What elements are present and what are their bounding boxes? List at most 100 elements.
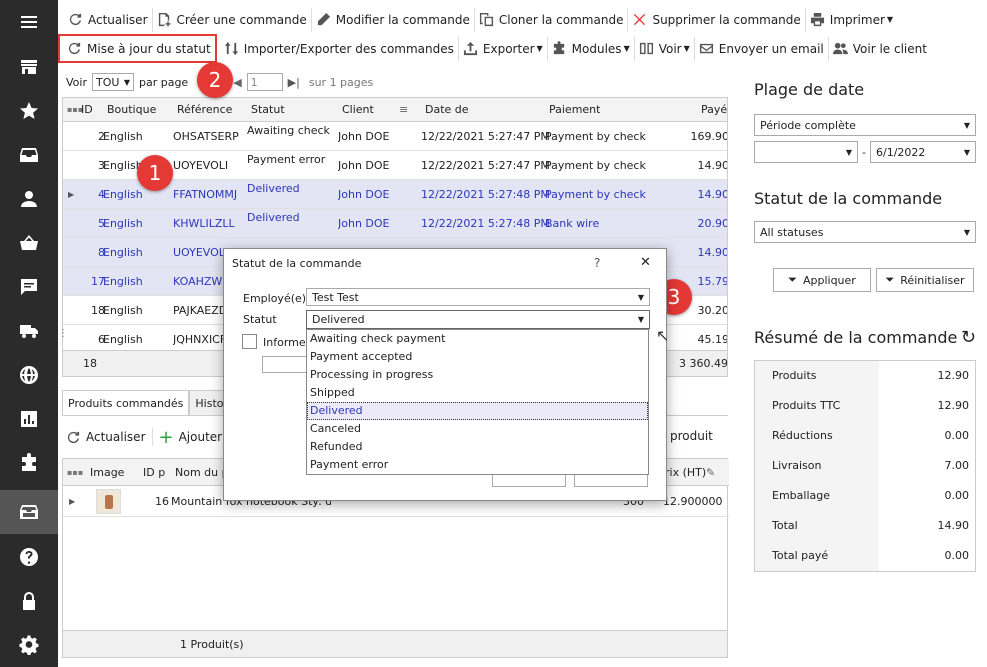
globe-icon[interactable] (0, 353, 58, 397)
help-icon[interactable] (0, 535, 58, 579)
column-header-client[interactable]: Client (342, 98, 374, 122)
help-icon[interactable]: ? (594, 256, 600, 270)
toolbar-separator (151, 428, 153, 446)
user-icon[interactable] (0, 177, 58, 221)
order-date: 12/22/2021 5:27:47 PM (421, 130, 550, 143)
chevron-down-icon: ▼ (963, 227, 970, 237)
column-header-paid[interactable]: Payé (701, 98, 727, 122)
apply-button[interactable]: ⏷ Appliquer (773, 268, 871, 292)
status-option[interactable]: Refunded (307, 438, 648, 456)
status-option[interactable]: Processing in progress (307, 366, 648, 384)
status-select[interactable]: Delivered ▼ (306, 310, 650, 329)
chevron-down-icon: ▼ (683, 44, 690, 53)
view-client-button[interactable]: Voir le client (829, 37, 931, 61)
status-option[interactable]: Payment error (307, 456, 648, 474)
update-status-button[interactable]: Mise à jour du statut (58, 34, 217, 63)
lock-icon[interactable] (0, 579, 58, 623)
modules-label: Modules (571, 41, 622, 56)
column-header-product-id[interactable]: ID p (143, 459, 165, 486)
date-to-value: 6/1/2022 (875, 145, 926, 159)
gear-icon[interactable] (0, 623, 58, 667)
summary-value: 0.00 (944, 429, 970, 442)
column-header-product-name[interactable]: Nom du p (175, 459, 229, 486)
print-label: Imprimer (829, 12, 885, 27)
create-order-button[interactable]: Créer une commande (153, 7, 312, 32)
status-option[interactable]: Awaiting check payment (307, 330, 648, 348)
date-to-select[interactable]: 6/1/2022 ▼ (869, 141, 976, 163)
template-input[interactable] (262, 356, 307, 373)
column-header-payment[interactable]: Paiement (549, 98, 600, 122)
prev-page-icon[interactable]: ◀ (233, 76, 241, 89)
products-toolbar-product-label[interactable]: produit (670, 429, 713, 443)
view-button[interactable]: Voir ▼ (635, 36, 695, 61)
product-id: 16 (155, 495, 169, 508)
store-icon[interactable] (0, 45, 58, 89)
refresh-icon[interactable]: ↻ (961, 327, 976, 348)
column-header-image[interactable]: Image (90, 459, 124, 486)
filter-icon[interactable]: ≡ (399, 98, 408, 122)
order-reference: KHWLILZLL (173, 217, 235, 230)
step-badge-1: 1 (137, 155, 173, 191)
view-client-label: Voir le client (852, 41, 927, 56)
puzzle-icon[interactable] (0, 441, 58, 485)
column-header-shop[interactable]: Boutique (107, 98, 156, 122)
column-header-date[interactable]: Date de (425, 98, 469, 122)
truck-icon[interactable] (0, 309, 58, 353)
order-shop: English (103, 130, 143, 143)
column-header-price[interactable]: rix (HT) (665, 459, 706, 486)
bar-chart-icon[interactable] (0, 397, 58, 441)
status-option[interactable]: Delivered (307, 402, 648, 420)
inform-checkbox[interactable] (242, 334, 257, 349)
period-select[interactable]: Période complète ▼ (754, 114, 976, 136)
message-icon[interactable] (0, 265, 58, 309)
send-email-button[interactable]: Envoyer un email (695, 36, 829, 61)
employee-select[interactable]: Test Test ▼ (306, 288, 650, 306)
summary-label: Produits (755, 361, 879, 391)
summary-row: Livraison 7.00 (755, 451, 975, 481)
per-page-select[interactable]: TOU ▼ (91, 73, 134, 91)
products-refresh-button[interactable]: Actualiser (66, 430, 146, 445)
summary-label: Total (755, 511, 879, 541)
last-page-icon[interactable]: ▶| (288, 76, 300, 89)
menu-icon[interactable] (0, 0, 58, 44)
edit-order-button[interactable]: Modifier la commande (312, 7, 475, 32)
order-id: 17 (91, 275, 105, 288)
status-option[interactable]: Shipped (307, 384, 648, 402)
splitter-handle-icon[interactable]: ⋮ (58, 328, 68, 339)
order-shop: English (103, 275, 143, 288)
orders-total-paid: 3 360.49 (679, 357, 728, 370)
order-id: 8 (98, 246, 105, 259)
filter-reset-icon: ⏷ (885, 273, 895, 286)
modules-button[interactable]: Modules ▼ (548, 36, 635, 61)
tab-ordered-products[interactable]: Produits commandés (62, 390, 190, 416)
refresh-button[interactable]: Actualiser (58, 7, 153, 32)
export-button[interactable]: Exporter ▼ (459, 36, 548, 61)
order-paid: 20.90 (697, 217, 728, 230)
delete-order-button[interactable]: Supprimer la commande (628, 7, 806, 32)
orders-icon[interactable] (0, 490, 58, 534)
import-export-button[interactable]: Importer/Exporter des commandes (216, 36, 459, 61)
date-from-select[interactable]: ▼ (754, 141, 858, 163)
column-header-id[interactable]: ID (81, 98, 93, 122)
star-icon[interactable] (0, 89, 58, 133)
summary-value: 0.00 (944, 549, 970, 562)
order-reference: FFATNOMMJ (173, 188, 238, 201)
order-payment: Payment by check (545, 188, 646, 201)
column-header-status[interactable]: Statut (251, 98, 285, 122)
order-shop: English (103, 188, 143, 201)
reset-button[interactable]: ⏷ Réinitialiser (876, 268, 974, 292)
column-header-reference[interactable]: Référence (177, 98, 232, 122)
clone-order-button[interactable]: Cloner la commande (475, 7, 629, 32)
close-icon[interactable]: ✕ (640, 255, 651, 270)
status-filter-select[interactable]: All statuses ▼ (754, 221, 976, 243)
upload-icon (463, 41, 477, 56)
print-button[interactable]: Imprimer ▼ (806, 8, 897, 32)
table-row[interactable]: 2 English OHSATSERP Awaiting check John DOE 1… (63, 122, 727, 151)
page-number-input[interactable]: 1 (246, 73, 283, 91)
printer-icon (810, 12, 824, 27)
table-row[interactable]: 5 English KHWLILZLL Delivered John DOE 12/22/… (63, 209, 728, 238)
status-option[interactable]: Payment accepted (307, 348, 648, 366)
status-option[interactable]: Canceled (307, 420, 648, 438)
inbox-icon[interactable] (0, 133, 58, 177)
basket-icon[interactable] (0, 221, 58, 265)
